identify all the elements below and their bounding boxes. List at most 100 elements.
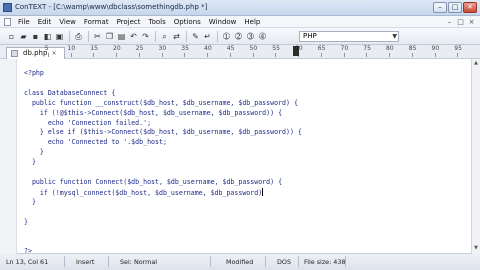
doc-restore-button[interactable]: □	[456, 18, 465, 26]
column-ruler: 5101520253035404550556065707580859095	[45, 45, 480, 58]
copy-icon[interactable]: ❐	[104, 31, 115, 42]
document-controls: – □ ×	[445, 18, 476, 26]
php-file-icon	[11, 50, 18, 57]
ruler-number: 45	[226, 45, 235, 52]
replace-icon[interactable]: ⇄	[171, 31, 182, 42]
ruler-tick	[229, 53, 231, 57]
ruler-number: 20	[113, 45, 121, 52]
ruler-number: 40	[204, 45, 212, 52]
menu-view[interactable]: View	[55, 18, 80, 26]
toolbar-divider	[186, 30, 187, 42]
modified-status: Modified	[226, 258, 254, 266]
ruler-tick	[275, 53, 277, 57]
vertical-scrollbar[interactable]: ▲ ▼	[471, 59, 480, 254]
ruler-tick	[207, 53, 208, 57]
menu-window[interactable]: Window	[205, 18, 241, 26]
window-title: ConTEXT - [C:\wamp\www\dbclass\something…	[15, 3, 208, 11]
ruler-tick	[161, 53, 163, 57]
ruler-number: 65	[317, 45, 326, 52]
code-line[interactable]: public function Connect($db_host, $db_us…	[24, 178, 282, 187]
code-line[interactable]: }	[24, 198, 36, 207]
run-4-icon[interactable]: ➃	[257, 31, 268, 42]
ruler-tick	[70, 53, 72, 57]
ruler-tick	[389, 53, 390, 57]
editor-gutter	[0, 59, 17, 254]
ruler-number: 80	[386, 45, 394, 52]
find-icon[interactable]: ⌕	[159, 31, 170, 42]
minimize-button[interactable]: –	[433, 2, 447, 13]
status-divider	[345, 256, 346, 267]
code-line[interactable]: echo 'Connection failed.';	[24, 119, 151, 128]
ruler-number: 25	[135, 45, 144, 52]
print-icon[interactable]: ⎙	[73, 31, 84, 42]
open-icon[interactable]: ▰	[18, 31, 29, 42]
toolbar-divider	[155, 30, 156, 42]
code-line[interactable]: if (!@$this->Connect($db_host, $db_usern…	[24, 109, 282, 118]
code-line[interactable]: class DatabaseConnect {	[24, 89, 115, 98]
save-all-icon[interactable]: ◧	[42, 31, 53, 42]
ruler-tick	[343, 53, 345, 57]
document-icon[interactable]	[4, 17, 11, 26]
ruler-tick	[366, 53, 368, 57]
save-icon[interactable]: ▪	[30, 31, 41, 42]
language-select[interactable]: PHP ▼	[299, 31, 399, 42]
ruler-number: 5	[44, 45, 49, 52]
ruler-number: 75	[363, 45, 371, 52]
doc-close-button[interactable]: ×	[467, 18, 476, 26]
code-line[interactable]: }	[24, 218, 28, 227]
menu-edit[interactable]: Edit	[34, 18, 56, 26]
ruler-cursor-marker	[293, 46, 299, 56]
status-divider	[210, 256, 211, 267]
menu-project[interactable]: Project	[113, 18, 145, 26]
doc-minimize-button[interactable]: –	[445, 18, 454, 26]
tab-close-icon[interactable]: ×	[51, 50, 56, 57]
menu-tools[interactable]: Tools	[145, 18, 170, 26]
redo-icon[interactable]: ↷	[140, 31, 151, 42]
editor-area[interactable]: <?php class DatabaseConnect { public func…	[0, 59, 480, 255]
menu-format[interactable]: Format	[80, 18, 113, 26]
ruler-number: 85	[408, 45, 417, 52]
ruler-tick	[457, 53, 459, 57]
title-bar: ConTEXT - [C:\wamp\www\dbclass\something…	[0, 0, 480, 16]
status-divider	[108, 256, 109, 267]
code-line[interactable]: if (!mysql_connect($db_host, $db_usernam…	[24, 187, 264, 197]
code-line[interactable]: }	[24, 158, 36, 167]
code-line[interactable]: } else if ($this->Connect($db_host, $db_…	[24, 128, 302, 137]
ruler-number: 70	[340, 45, 349, 52]
status-divider	[64, 256, 65, 267]
close-file-icon[interactable]: ▣	[54, 31, 65, 42]
code-line[interactable]: public function __construct($db_host, $d…	[24, 99, 298, 108]
undo-icon[interactable]: ↶	[128, 31, 139, 42]
cut-icon[interactable]: ✂	[92, 31, 103, 42]
menu-bar: File Edit View Format Project Tools Opti…	[0, 16, 480, 28]
settings-icon[interactable]: ✎	[190, 31, 201, 42]
ruler-tick	[116, 53, 117, 57]
run-1-icon[interactable]: ➀	[221, 31, 232, 42]
ruler-tick	[434, 53, 436, 57]
new-file-icon[interactable]: ▫	[6, 31, 17, 42]
line-ending-format: DOS	[277, 258, 292, 266]
insert-mode: Insert	[76, 258, 95, 266]
paste-icon[interactable]: ▤	[116, 31, 127, 42]
word-wrap-icon[interactable]: ↵	[202, 31, 213, 42]
maximize-button[interactable]: □	[448, 2, 462, 13]
code-line[interactable]: echo 'Connected to '.$db_host;	[24, 138, 167, 147]
close-button[interactable]: ✕	[463, 2, 477, 13]
run-3-icon[interactable]: ➂	[245, 31, 256, 42]
cursor-position: Ln 13, Col 61	[6, 258, 49, 266]
tab-db-php[interactable]: db.php ×	[6, 47, 66, 59]
menu-file[interactable]: File	[14, 18, 34, 26]
run-2-icon[interactable]: ➁	[233, 31, 244, 42]
menu-help[interactable]: Help	[240, 18, 264, 26]
toolbar-divider	[88, 30, 89, 42]
code-line[interactable]: <?php	[24, 69, 44, 78]
file-size: File size: 438	[304, 258, 346, 266]
ruler-number: 30	[158, 45, 167, 52]
menu-options[interactable]: Options	[170, 18, 205, 26]
code-line[interactable]: }	[24, 148, 44, 157]
scroll-up-icon[interactable]: ▲	[472, 60, 480, 68]
window-controls: – □ ✕	[433, 2, 477, 14]
scroll-down-icon[interactable]: ▼	[472, 245, 480, 253]
ruler-number: 50	[249, 45, 258, 52]
ruler-tick	[184, 53, 186, 57]
